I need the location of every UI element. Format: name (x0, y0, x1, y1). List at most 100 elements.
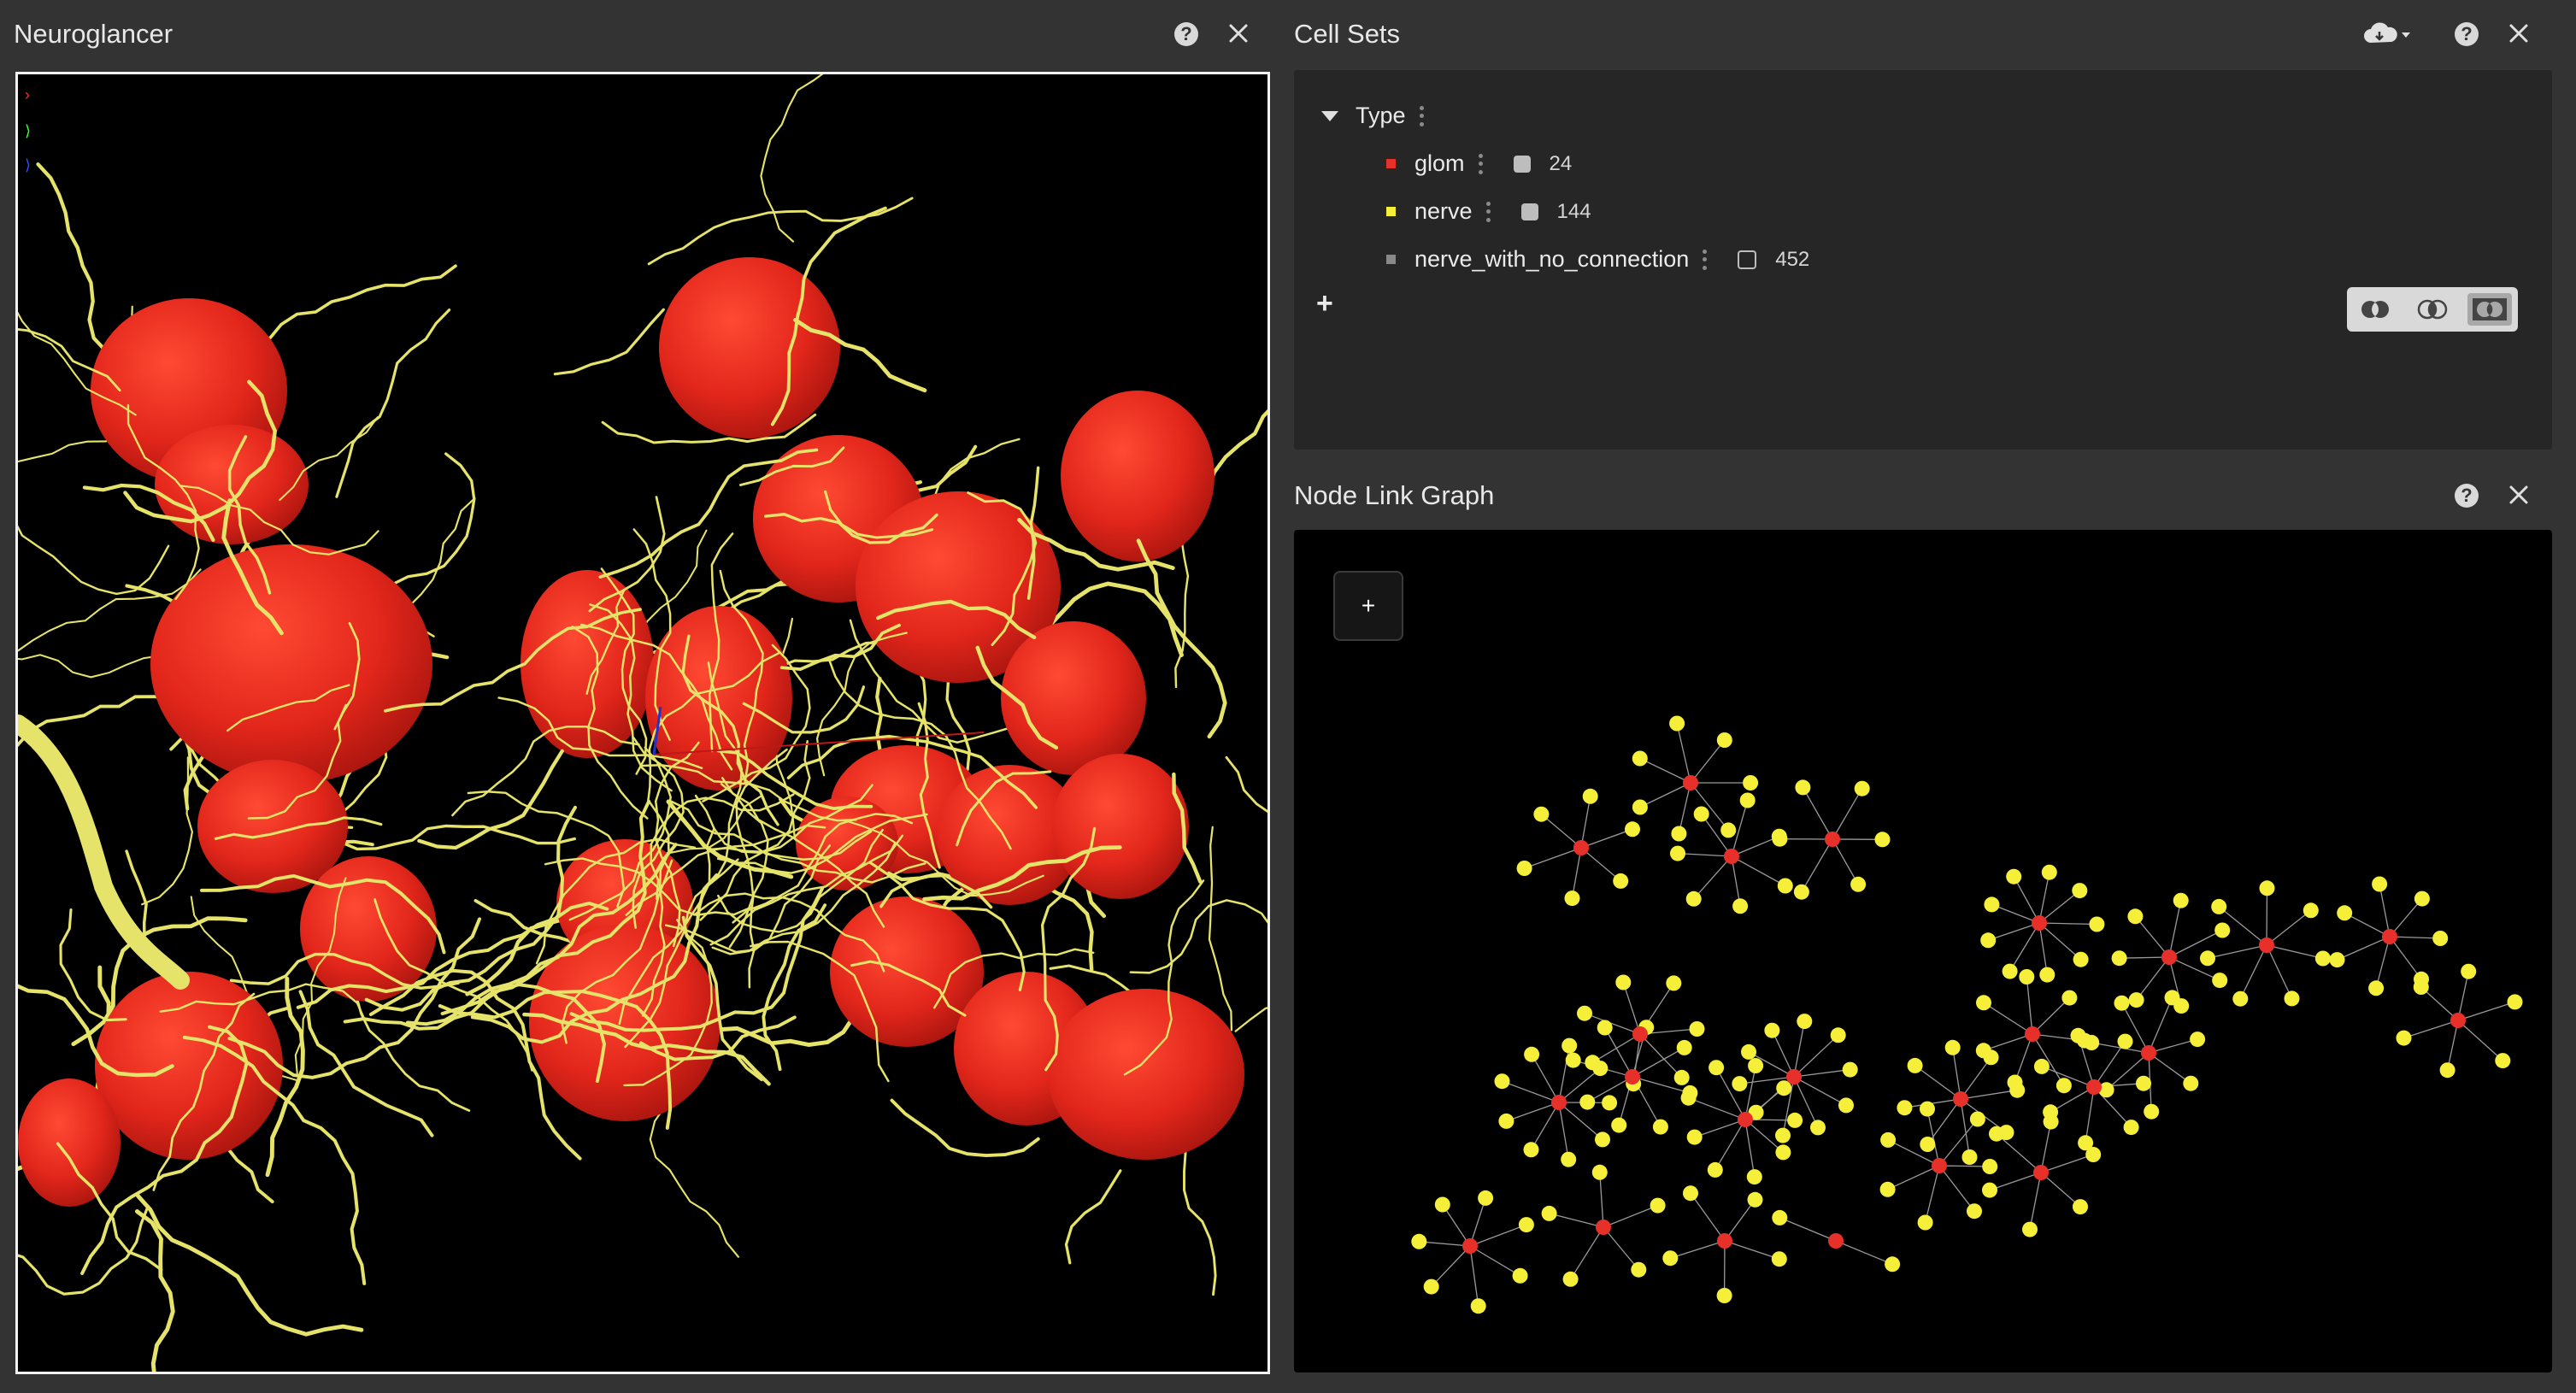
glom-node[interactable] (1462, 1238, 1478, 1254)
nerve-node[interactable] (2212, 973, 2228, 989)
nerve-node[interactable] (1577, 1005, 1592, 1021)
nerve-node[interactable] (1561, 1151, 1577, 1167)
item-checkbox[interactable] (1738, 250, 1757, 269)
nerve-node[interactable] (1897, 1100, 1913, 1116)
nerve-node[interactable] (1775, 1127, 1791, 1143)
graph-svg[interactable] (1294, 530, 2552, 1372)
nerve-node[interactable] (2329, 952, 2345, 968)
nerve-node[interactable] (1854, 780, 1870, 796)
glom-node[interactable] (1828, 1233, 1844, 1249)
nerve-node[interactable] (1524, 1046, 1540, 1062)
nerve-node[interactable] (1676, 1039, 1692, 1055)
nerve-node[interactable] (1670, 845, 1685, 861)
nerve-node[interactable] (2056, 1078, 2072, 1094)
nerve-node[interactable] (1595, 1131, 1610, 1148)
nerve-node[interactable] (1666, 975, 1682, 991)
nerve-node[interactable] (1748, 1058, 1764, 1073)
nerve-node[interactable] (1998, 1125, 2014, 1141)
nerve-node[interactable] (2396, 1030, 2412, 1046)
item-menu-icon[interactable] (1485, 201, 1491, 222)
node-link-help-button[interactable]: ? (2455, 484, 2479, 508)
nerve-node[interactable] (2078, 1135, 2094, 1151)
nerve-node[interactable] (1478, 1190, 1494, 1206)
nerve-node[interactable] (1585, 1055, 1601, 1071)
nerve-node[interactable] (1777, 878, 1793, 894)
neuroglancer-help-button[interactable]: ? (1174, 22, 1198, 46)
nerve-node[interactable] (2043, 1104, 2059, 1120)
nerve-node[interactable] (2114, 995, 2130, 1011)
nerve-node[interactable] (1669, 715, 1685, 732)
glom-node[interactable] (1786, 1069, 1802, 1084)
nerve-node[interactable] (1772, 1209, 1788, 1225)
nerve-node[interactable] (2439, 1062, 2455, 1079)
nerve-node[interactable] (2414, 890, 2430, 907)
nerve-node[interactable] (1423, 1278, 1439, 1295)
nerve-node[interactable] (2033, 1058, 2050, 1074)
nerve-node[interactable] (1720, 822, 1737, 838)
nerve-node[interactable] (1662, 1250, 1679, 1267)
item-checkbox[interactable] (1513, 155, 1531, 173)
nerve-node[interactable] (1920, 1137, 1936, 1152)
nerve-node[interactable] (1842, 1061, 1858, 1078)
nerve-node[interactable] (1625, 821, 1640, 838)
glom-node[interactable] (1932, 1158, 1947, 1173)
nerve-node[interactable] (2432, 931, 2449, 946)
nerve-node[interactable] (1518, 1217, 1534, 1233)
nerve-node[interactable] (1746, 1169, 1762, 1185)
nerve-node[interactable] (2123, 1120, 2139, 1136)
glom-node[interactable] (1953, 1091, 1968, 1107)
nerve-node[interactable] (2039, 967, 2056, 983)
nerve-node[interactable] (2284, 990, 2300, 1007)
nerve-node[interactable] (1615, 974, 1632, 990)
nerve-node[interactable] (1743, 775, 1759, 791)
nerve-node[interactable] (1523, 1142, 1539, 1158)
nerve-node[interactable] (1709, 1060, 1725, 1076)
node-link-graph-canvas[interactable]: + (1294, 530, 2552, 1372)
nerve-node[interactable] (1673, 1069, 1690, 1085)
nerve-node[interactable] (2007, 1074, 2023, 1090)
nerve-node[interactable] (2259, 880, 2275, 896)
nerve-node[interactable] (1739, 792, 1756, 808)
nerve-node[interactable] (2073, 951, 2089, 967)
glom-node[interactable] (2161, 949, 2177, 965)
nerve-node[interactable] (2089, 916, 2105, 932)
nerve-node[interactable] (2507, 994, 2523, 1010)
nerve-node[interactable] (2022, 1221, 2038, 1237)
nerve-node[interactable] (2461, 963, 2477, 979)
nerve-node[interactable] (2495, 1053, 2511, 1069)
nerve-node[interactable] (1771, 1251, 1787, 1267)
set-union-button[interactable] (2353, 293, 2397, 326)
nerve-node[interactable] (1830, 1027, 1846, 1043)
nerve-node[interactable] (2136, 1075, 2151, 1091)
nerve-node[interactable] (1879, 1181, 1896, 1197)
nerve-node[interactable] (1533, 806, 1550, 822)
cell-sets-download-button[interactable] (2362, 22, 2415, 48)
set-intersection-button[interactable] (2410, 293, 2455, 326)
nerve-node[interactable] (1982, 1159, 1998, 1174)
tree-item-glom[interactable]: glom 24 (1386, 150, 1572, 177)
glom-node[interactable] (2450, 1013, 2466, 1028)
add-set-button[interactable]: + (1316, 287, 1333, 320)
nerve-node[interactable] (1850, 876, 1867, 892)
nerve-node[interactable] (1650, 1197, 1666, 1214)
nerve-node[interactable] (1411, 1233, 1427, 1249)
nerve-node[interactable] (1689, 1021, 1705, 1037)
nerve-node[interactable] (1541, 1205, 1557, 1221)
glom-node[interactable] (1573, 840, 1589, 855)
item-menu-icon[interactable] (1478, 153, 1483, 174)
nerve-node[interactable] (2006, 868, 2022, 885)
item-menu-icon[interactable] (1703, 249, 1708, 270)
nerve-node[interactable] (2128, 992, 2144, 1008)
nerve-node[interactable] (1613, 873, 1629, 889)
glom-node[interactable] (2259, 937, 2274, 953)
nerve-node[interactable] (1969, 1111, 1985, 1127)
nerve-node[interactable] (2041, 864, 2057, 880)
nerve-node[interactable] (2072, 883, 2088, 899)
glom-node[interactable] (1825, 832, 1840, 847)
neuroglancer-3d-viewport[interactable]: › ⟩ ⟩ (15, 72, 1270, 1374)
nerve-node[interactable] (1512, 1267, 1528, 1284)
nerve-node[interactable] (1516, 861, 1532, 876)
glom-node[interactable] (1596, 1220, 1611, 1235)
glom-node[interactable] (1738, 1112, 1753, 1127)
nerve-node[interactable] (1579, 1094, 1596, 1110)
